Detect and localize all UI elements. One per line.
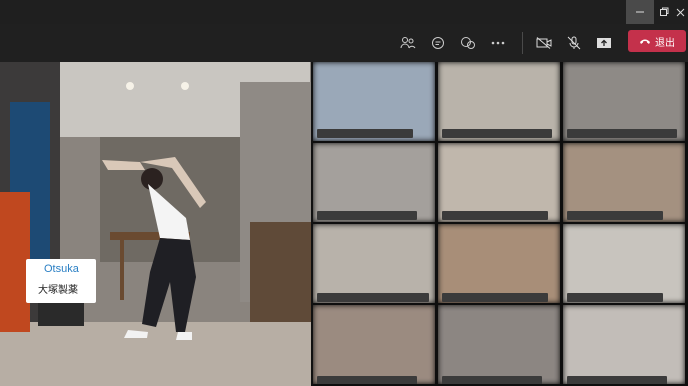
chat-icon bbox=[432, 37, 444, 49]
tile-video bbox=[563, 305, 685, 384]
participant-tile[interactable] bbox=[313, 62, 435, 141]
reactions-button[interactable] bbox=[458, 33, 478, 53]
participant-tile[interactable] bbox=[563, 305, 685, 384]
people-icon bbox=[400, 37, 416, 49]
tile-video bbox=[438, 224, 560, 303]
mic-off-icon bbox=[567, 36, 581, 50]
tile-video bbox=[313, 224, 435, 303]
hang-up-icon bbox=[640, 39, 650, 44]
reactions-icon bbox=[461, 37, 475, 49]
name-label-bar bbox=[317, 293, 429, 302]
mic-toggle-button[interactable] bbox=[564, 33, 584, 53]
name-label-bar bbox=[567, 211, 663, 220]
tile-video bbox=[563, 224, 685, 303]
name-label-bar bbox=[442, 293, 548, 302]
participant-tile[interactable] bbox=[438, 143, 560, 222]
close-button[interactable] bbox=[672, 0, 688, 24]
toolbar-divider bbox=[522, 32, 523, 54]
participant-tile[interactable] bbox=[563, 143, 685, 222]
close-icon bbox=[676, 8, 685, 17]
logo-text: Otsuka bbox=[44, 263, 79, 275]
name-label-bar bbox=[317, 211, 417, 220]
otsuka-logo-sign: Otsuka 大塚製薬 bbox=[26, 259, 96, 303]
name-label-bar bbox=[317, 376, 417, 384]
participant-tile[interactable] bbox=[438, 305, 560, 384]
chat-button[interactable] bbox=[428, 33, 448, 53]
name-label-bar bbox=[567, 129, 677, 138]
video-stage: Otsuka 大塚製薬 bbox=[0, 62, 688, 386]
speaker-video[interactable]: Otsuka 大塚製薬 bbox=[0, 62, 311, 386]
participant-tile[interactable] bbox=[438, 62, 560, 141]
participant-tile[interactable] bbox=[313, 224, 435, 303]
share-button[interactable] bbox=[594, 33, 614, 53]
more-button[interactable] bbox=[488, 33, 508, 53]
participant-tile[interactable] bbox=[438, 224, 560, 303]
participant-tile[interactable] bbox=[563, 62, 685, 141]
leave-label: 退出 bbox=[655, 37, 675, 49]
more-icon bbox=[491, 41, 505, 45]
name-label-bar bbox=[567, 293, 663, 302]
window-titlebar bbox=[0, 0, 688, 24]
minimize-icon bbox=[636, 11, 644, 13]
people-button[interactable] bbox=[398, 33, 418, 53]
name-label-bar bbox=[442, 211, 548, 220]
speaker-scene bbox=[0, 62, 311, 386]
share-icon bbox=[597, 38, 611, 48]
logo-subtext: 大塚製薬 bbox=[38, 285, 78, 296]
name-label-bar bbox=[442, 129, 552, 138]
leave-button[interactable]: 退出 bbox=[628, 30, 686, 52]
tile-video bbox=[313, 305, 435, 384]
participant-tile[interactable] bbox=[563, 224, 685, 303]
tile-video bbox=[438, 305, 560, 384]
meeting-toolbar bbox=[0, 24, 688, 63]
participant-grid bbox=[313, 62, 688, 386]
name-label-bar bbox=[317, 129, 413, 138]
name-label-bar bbox=[442, 376, 542, 384]
camera-off-icon bbox=[536, 37, 552, 49]
restore-icon bbox=[660, 7, 669, 16]
camera-toggle-button[interactable] bbox=[534, 33, 554, 53]
participant-tile[interactable] bbox=[313, 305, 435, 384]
name-label-bar bbox=[567, 376, 667, 384]
participant-tile[interactable] bbox=[313, 143, 435, 222]
